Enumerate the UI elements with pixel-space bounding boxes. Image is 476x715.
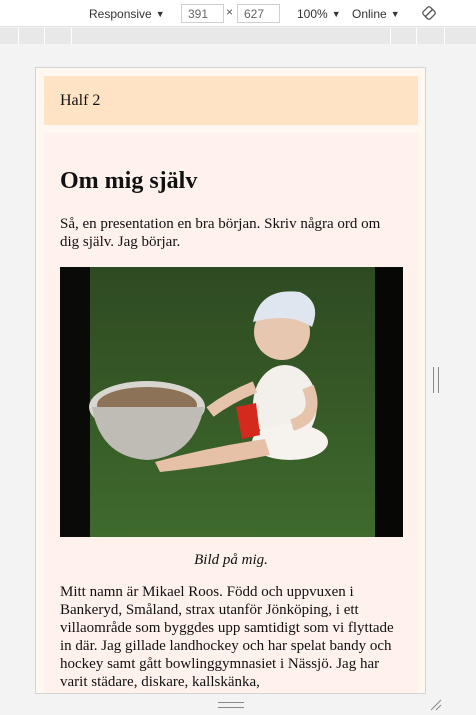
- device-viewport: Half 2 Om mig själv Så, en presentation …: [35, 67, 426, 694]
- chevron-down-icon: ▼: [331, 8, 341, 19]
- right-resize-handle[interactable]: [433, 367, 439, 393]
- height-input[interactable]: [237, 4, 280, 23]
- page-body: Half 2 Om mig själv Så, en presentation …: [36, 68, 425, 693]
- profile-photo: [60, 267, 403, 537]
- photo-caption: Bild på mig.: [194, 552, 268, 568]
- throttle-label: Online: [352, 6, 387, 21]
- corner-resize-icon[interactable]: [430, 699, 442, 711]
- chevron-down-icon: ▼: [155, 8, 165, 19]
- zoom-select[interactable]: 100% ▼: [297, 0, 341, 27]
- photo-image: [60, 267, 403, 537]
- zoom-label: 100%: [297, 6, 328, 21]
- rotate-icon[interactable]: [421, 5, 437, 21]
- device-select[interactable]: Responsive ▼: [89, 0, 165, 27]
- half-banner: Half 2: [44, 76, 418, 125]
- intro-paragraph: Så, en presentation en bra början. Skriv…: [60, 216, 381, 250]
- half-label: Half 2: [60, 91, 101, 109]
- device-label: Responsive: [89, 6, 152, 21]
- main-content: Om mig själv Så, en presentation en bra …: [44, 133, 418, 693]
- bottom-resize-handle[interactable]: [218, 702, 244, 708]
- breakpoint-ruler[interactable]: [0, 28, 476, 44]
- throttle-select[interactable]: Online ▼: [352, 0, 400, 27]
- chevron-down-icon: ▼: [390, 8, 400, 19]
- times-symbol: ×: [226, 5, 234, 19]
- width-input[interactable]: [181, 4, 224, 23]
- page-title: Om mig själv: [60, 168, 198, 194]
- device-toolbar: Responsive ▼ × 100% ▼ Online ▼: [0, 0, 476, 27]
- bio-paragraph: Mitt namn är Mikael Roos. Född och uppvu…: [60, 584, 394, 690]
